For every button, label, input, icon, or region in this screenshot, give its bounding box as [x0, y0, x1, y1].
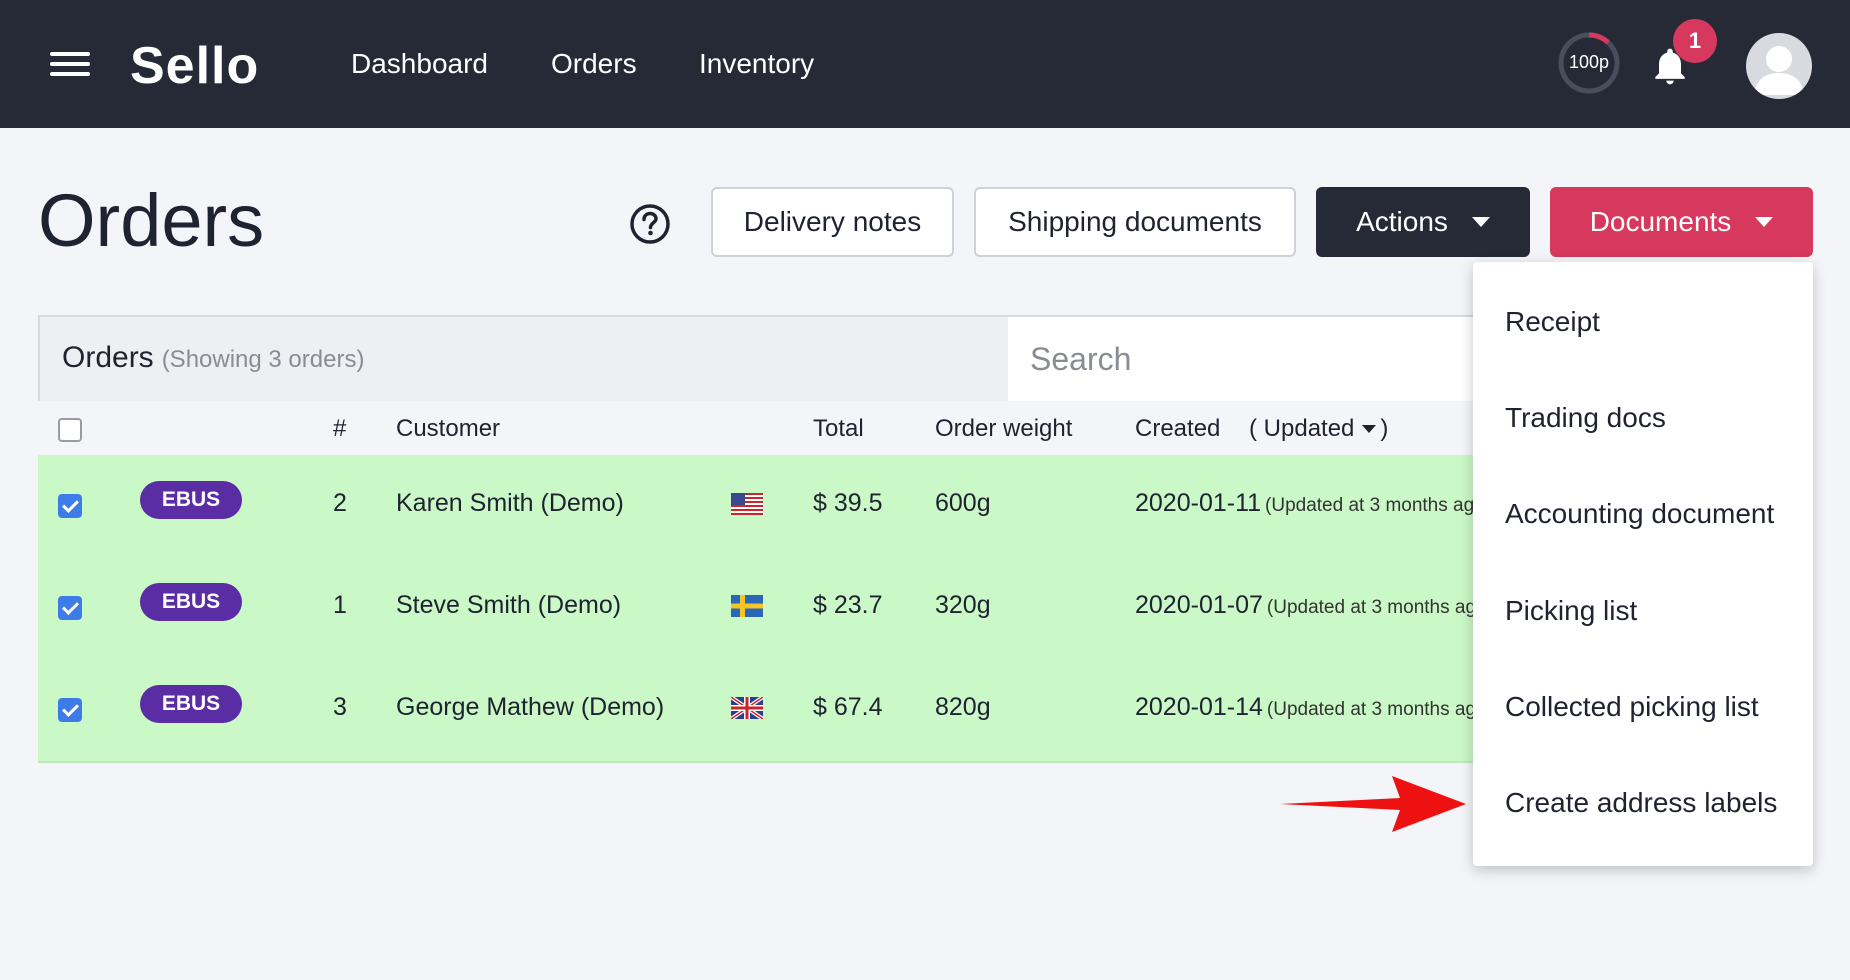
menu-item-trading-docs[interactable]: Trading docs [1505, 402, 1666, 434]
column-total[interactable]: Total [813, 415, 864, 443]
menu-item-picking-list[interactable]: Picking list [1505, 595, 1637, 627]
column-order-weight[interactable]: Order weight [935, 415, 1072, 443]
shipping-documents-label: Shipping documents [1008, 206, 1262, 237]
orders-table-header: Orders (Showing 3 orders) [38, 315, 1480, 401]
orders-table-panel: Orders (Showing 3 orders) # Customer Tota… [38, 315, 1493, 769]
column-updated-sort[interactable]: ( Updated) [1249, 415, 1388, 443]
delivery-notes-button[interactable]: Delivery notes [711, 187, 954, 257]
row-checkbox[interactable] [58, 698, 82, 722]
se-flag-icon [731, 595, 763, 617]
notification-count-badge[interactable]: 1 [1673, 19, 1717, 63]
page-title: Orders [38, 179, 265, 262]
us-flag-icon [731, 493, 763, 515]
order-created: 2020-01-14 (Updated at 3 months ago) [1135, 693, 1493, 722]
menu-item-accounting-document[interactable]: Accounting document [1505, 498, 1774, 530]
row-checkbox[interactable] [58, 494, 82, 518]
created-date: 2020-01-14 [1135, 693, 1263, 721]
table-row[interactable]: EBUS 1 Steve Smith (Demo) $ 23.7 320g 20… [38, 557, 1493, 661]
updated-relative: (Updated at 3 months ago) [1265, 495, 1492, 516]
channel-tag: EBUS [140, 583, 242, 621]
sello-logo[interactable]: Sello [130, 36, 259, 96]
order-total: $ 23.7 [813, 591, 883, 619]
created-date: 2020-01-07 [1135, 591, 1263, 619]
orders-count-text: (Showing 3 orders) [161, 346, 365, 373]
actions-label: Actions [1356, 206, 1448, 237]
column-updated-close: ) [1380, 415, 1389, 442]
menu-item-create-address-labels[interactable]: Create address labels [1505, 787, 1777, 819]
table-row[interactable]: EBUS 2 Karen Smith (Demo) $ 39.5 600g 20… [38, 455, 1491, 559]
order-weight: 820g [935, 693, 991, 721]
user-silhouette-icon [1754, 46, 1804, 95]
red-arrow-annotation [1280, 776, 1466, 832]
menu-item-collected-picking-list[interactable]: Collected picking list [1505, 691, 1759, 723]
nav-dashboard[interactable]: Dashboard [351, 48, 488, 80]
nav-inventory[interactable]: Inventory [699, 48, 814, 80]
orders-table-title: Orders (Showing 3 orders) [62, 341, 364, 375]
documents-dropdown-menu: Receipt Trading docs Accounting document… [1473, 262, 1813, 866]
gb-flag-icon [731, 697, 763, 719]
hamburger-menu-icon[interactable] [50, 50, 90, 78]
order-number: 1 [333, 591, 347, 619]
order-total: $ 39.5 [813, 489, 883, 517]
delivery-notes-label: Delivery notes [743, 206, 922, 237]
table-row[interactable]: EBUS 3 George Mathew (Demo) $ 67.4 820g … [38, 659, 1493, 763]
order-number: 3 [333, 693, 347, 721]
order-total: $ 67.4 [813, 693, 883, 721]
orders-table-title-text: Orders [62, 341, 154, 374]
column-number[interactable]: # [333, 415, 346, 443]
customer-name[interactable]: George Mathew (Demo) [396, 693, 664, 722]
actions-dropdown-button[interactable]: Actions [1316, 187, 1530, 257]
table-column-headers: # Customer Total Order weight Created ( … [38, 401, 1478, 457]
help-question-icon[interactable] [628, 202, 672, 246]
user-avatar[interactable] [1746, 33, 1812, 99]
column-created[interactable]: Created [1135, 415, 1220, 443]
column-updated-label: ( Updated [1249, 415, 1355, 442]
caret-down-icon [1755, 217, 1774, 227]
documents-dropdown-button[interactable]: Documents [1550, 187, 1813, 257]
customer-name[interactable]: Steve Smith (Demo) [396, 591, 621, 620]
order-weight: 600g [935, 489, 991, 517]
customer-name[interactable]: Karen Smith (Demo) [396, 489, 624, 518]
sort-caret-down-icon [1362, 425, 1377, 433]
updated-relative: (Updated at 3 months ago) [1266, 597, 1493, 618]
channel-tag: EBUS [140, 685, 242, 723]
quota-gauge-label: 100p [1568, 52, 1610, 72]
channel-tag: EBUS [140, 481, 242, 519]
updated-relative: (Updated at 3 months ago) [1266, 699, 1493, 720]
nav-orders[interactable]: Orders [551, 48, 637, 80]
column-customer[interactable]: Customer [396, 415, 500, 443]
created-date: 2020-01-11 [1135, 489, 1262, 517]
order-number: 2 [333, 489, 347, 517]
documents-label: Documents [1589, 206, 1732, 237]
top-navbar: Sello Dashboard Orders Inventory 100p 1 [0, 0, 1850, 128]
orders-search-input[interactable] [1008, 317, 1480, 401]
order-weight: 320g [935, 591, 991, 619]
shipping-documents-button[interactable]: Shipping documents [974, 187, 1296, 257]
caret-down-icon [1471, 217, 1490, 227]
order-created: 2020-01-11 (Updated at 3 months ago) [1135, 489, 1491, 518]
order-created: 2020-01-07 (Updated at 3 months ago) [1135, 591, 1493, 620]
select-all-checkbox[interactable] [58, 418, 82, 442]
row-checkbox[interactable] [58, 596, 82, 620]
menu-item-receipt[interactable]: Receipt [1505, 306, 1600, 338]
